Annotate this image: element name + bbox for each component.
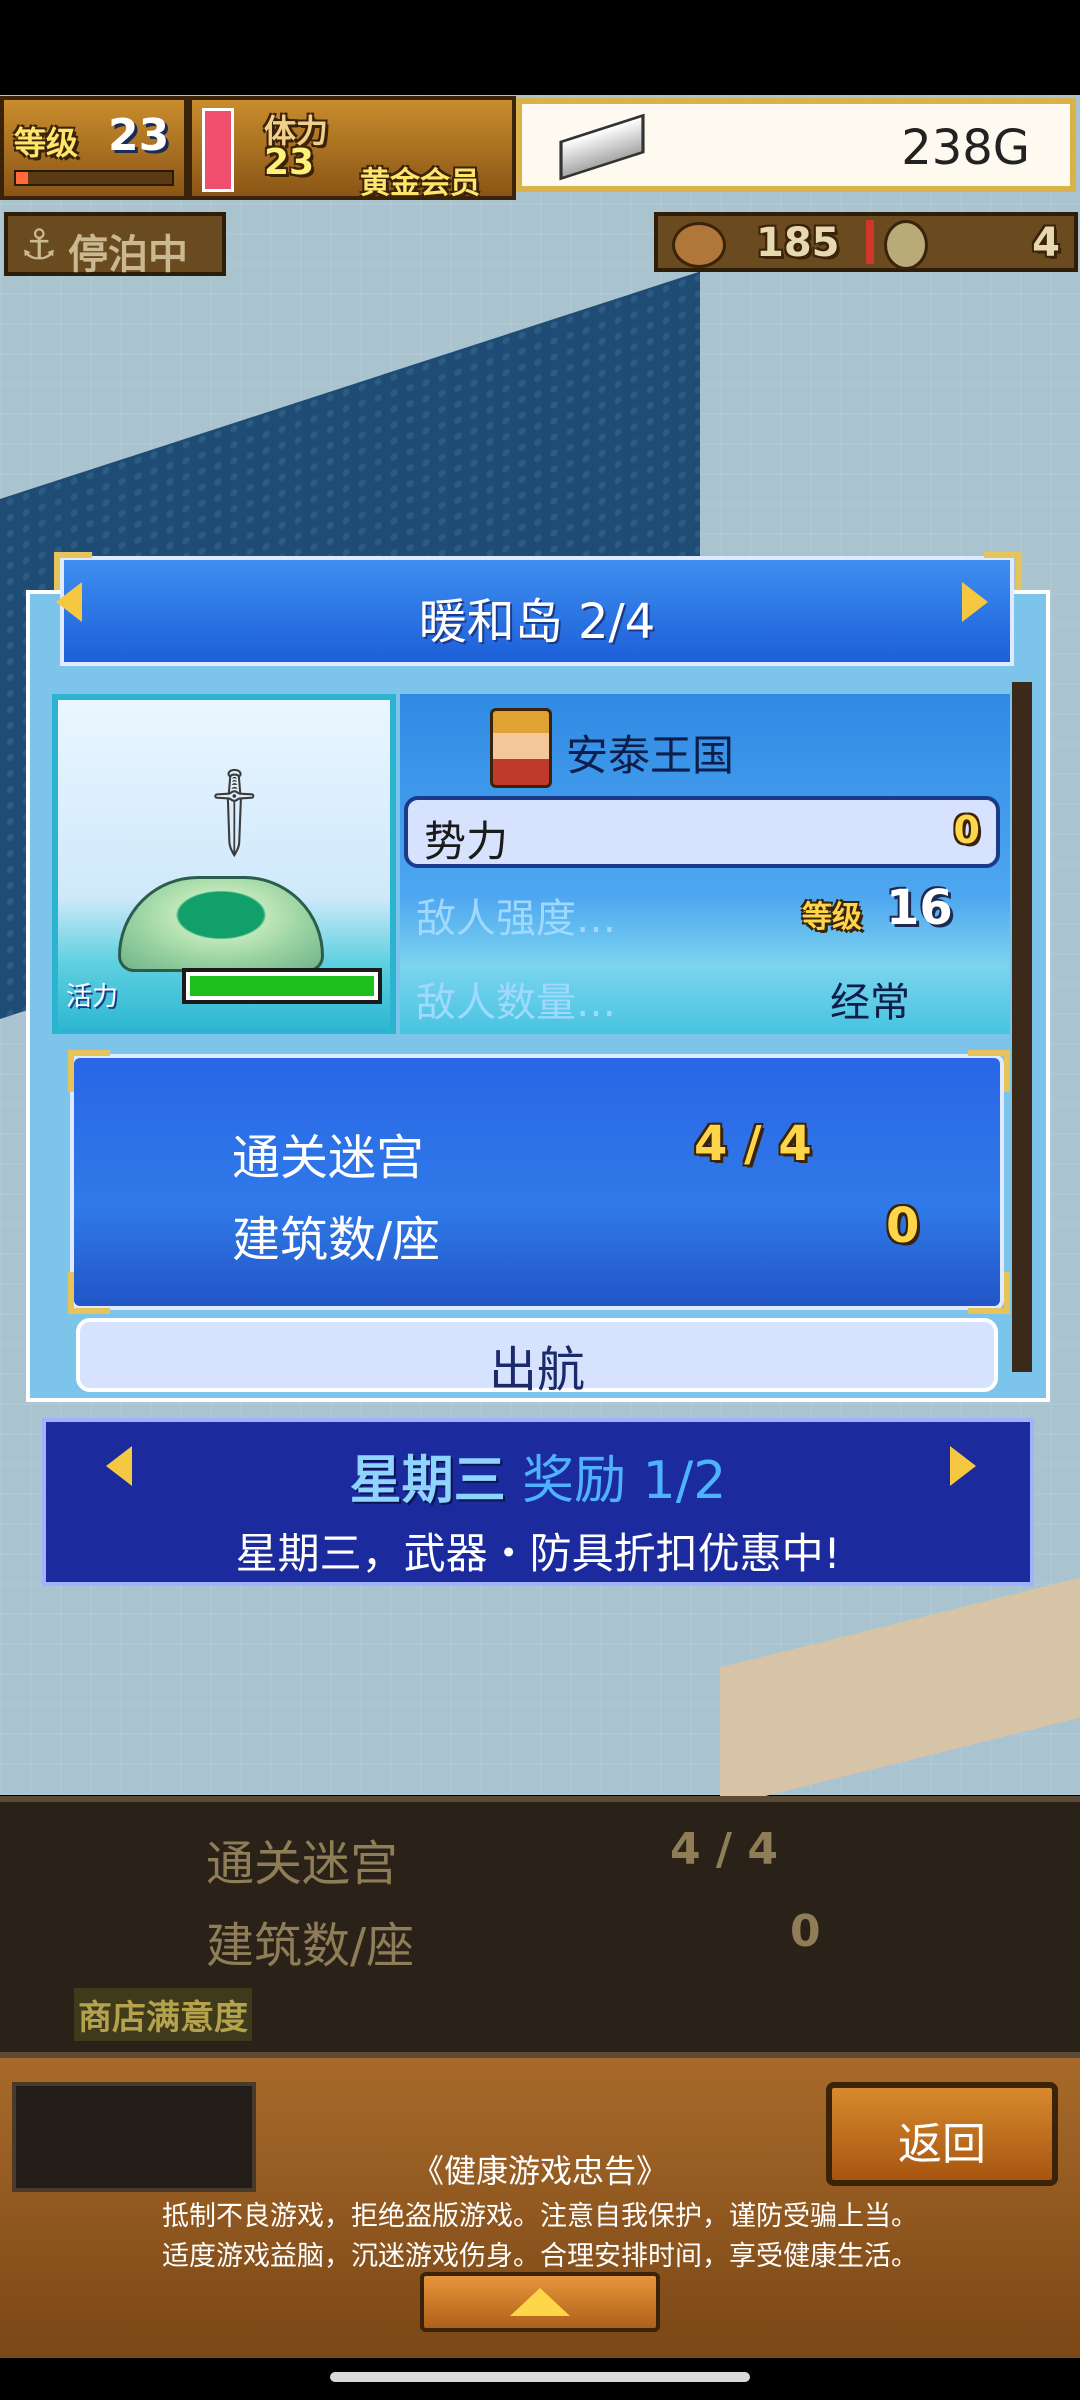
enemy-strength-label: 敌人强度… — [416, 896, 616, 942]
buildings-label: 建筑数/座 — [232, 1212, 441, 1268]
separator-mark — [866, 220, 874, 264]
stats-corner-deco — [968, 1050, 1010, 1092]
panel-scrollbar[interactable] — [1012, 682, 1032, 1372]
bottom-cleared-value: 4 / 4 — [670, 1824, 778, 1875]
gold-amount: 238G — [901, 120, 1030, 176]
stats-corner-deco — [68, 1050, 110, 1092]
power-label: 势力 — [424, 817, 509, 866]
gold-display: 238G — [516, 98, 1076, 192]
stamina-gauge — [202, 108, 234, 192]
power-row: 势力 0 — [404, 796, 1000, 868]
title-corner-deco — [54, 552, 92, 590]
stats-corner-deco — [68, 1272, 110, 1314]
footer: 返回 《健康游戏忠告》 抵制不良游戏，拒绝盗版游戏。注意自我保护，谨防受骗上当。… — [0, 2058, 1080, 2358]
health-line-1: 抵制不良游戏，拒绝盗版游戏。注意自我保护，谨防受骗上当。 — [162, 2201, 918, 2232]
home-indicator[interactable] — [330, 2372, 750, 2382]
bonus-title: 星期三 奖励 1/2 — [46, 1438, 1030, 1513]
buildings-value: 0 — [886, 1198, 920, 1254]
bonus-message: 星期三，武器・防具折扣优惠中! — [235, 1529, 841, 1578]
health-title: 《健康游戏忠告》 — [411, 2152, 668, 2190]
health-line-2: 适度游戏益脑，沉迷游戏伤身。合理安排时间，享受健康生活。 — [162, 2241, 918, 2272]
bottom-cleared-label: 通关迷宫 — [206, 1836, 399, 1892]
enemy-count-label: 敌人数量… — [416, 980, 616, 1026]
island-image-box: 🗡 活力 — [52, 694, 396, 1034]
stamina-box: 体力 23 黄金会员 — [188, 96, 516, 201]
title-corner-deco — [984, 552, 1022, 590]
bonus-reward: 奖励 1/2 — [522, 1451, 727, 1511]
stats-corner-deco — [968, 1272, 1010, 1314]
up-arrow-icon — [510, 2288, 570, 2316]
level-box: 等级 23 — [0, 96, 188, 200]
sword-icon: 🗡 — [180, 756, 290, 867]
kingdom-info: 安泰王国 势力 0 敌人强度… 等级 16 敌人数量… 经常 — [400, 694, 1010, 1034]
food-icon — [672, 222, 726, 268]
vitality-label: 活力 — [66, 982, 119, 1012]
sail-button-label: 出航 — [488, 1342, 585, 1398]
cleared-label: 通关迷宫 — [232, 1130, 425, 1186]
level-value: 23 — [108, 110, 170, 161]
enemy-level-label: 等级 — [802, 900, 862, 935]
vitality-bar — [182, 968, 382, 1004]
stamina-value: 23 — [264, 142, 315, 183]
resources-bar: 185 4 — [654, 212, 1078, 272]
kingdom-name: 安泰王国 — [566, 731, 735, 780]
expand-up-button[interactable] — [420, 2272, 660, 2332]
bonus-day: 星期三 — [349, 1451, 506, 1511]
beach-area — [720, 1562, 1080, 1808]
status-badge: ⚓ 停泊中 — [4, 212, 226, 278]
enemy-level-value: 16 — [886, 880, 953, 936]
coin-icon — [884, 220, 928, 270]
anchor-icon: ⚓ — [20, 220, 58, 269]
bottom-stats-panel: 通关迷宫 4 / 4 建筑数/座 0 商店满意度 — [0, 1796, 1080, 2058]
sail-button[interactable]: 出航 — [76, 1318, 998, 1398]
satisfaction-label: 商店满意度 — [74, 1988, 252, 2041]
bottom-buildings-value: 0 — [790, 1906, 821, 1957]
resource-a-value: 185 — [756, 220, 840, 266]
resource-b-value: 4 — [1032, 220, 1060, 266]
island-title-bar: 暖和岛 2/4 — [60, 556, 1014, 666]
bonus-banner: 星期三 奖励 1/2 星期三，武器・防具折扣优惠中! — [42, 1418, 1034, 1586]
bottom-buildings-label: 建筑数/座 — [206, 1918, 415, 1974]
power-value: 0 — [953, 808, 980, 852]
island-title: 暖和岛 2/4 — [418, 594, 656, 650]
silver-bar-icon — [559, 113, 645, 181]
dungeon-stats-box: 通关迷宫 4 / 4 建筑数/座 0 — [70, 1054, 1004, 1310]
king-avatar — [490, 708, 552, 788]
level-label: 等级 — [14, 124, 79, 162]
status-label: 停泊中 — [68, 232, 188, 278]
cleared-value: 4 / 4 — [694, 1116, 812, 1172]
enemy-count-value: 经常 — [830, 980, 910, 1026]
exp-bar — [14, 170, 174, 186]
island-icon — [118, 876, 324, 972]
member-badge: 黄金会员 — [360, 166, 480, 201]
